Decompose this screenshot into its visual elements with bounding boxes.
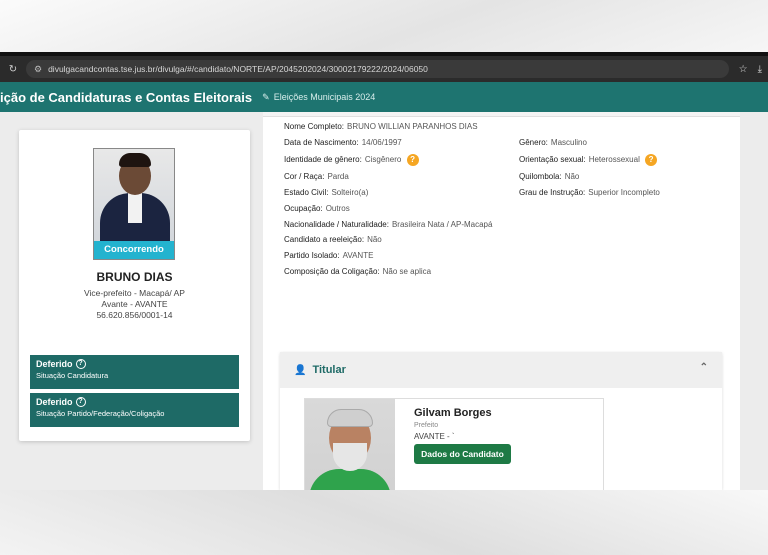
titular-body — [309, 469, 391, 490]
titular-title: Titular — [312, 364, 346, 376]
status-ribbon: Concorrendo — [94, 241, 174, 259]
help-icon[interactable]: ? — [645, 154, 658, 166]
dados-candidato-button[interactable]: Dados do Candidato — [414, 444, 511, 464]
field-genero: Gênero: Masculino — [519, 138, 587, 147]
titular-name: Gilvam Borges — [414, 407, 492, 419]
photo-background-top — [0, 0, 768, 52]
titular-beard — [333, 443, 367, 471]
browser-address-bar: ↻ ⚙ divulgacandcontas.tse.jus.br/divulga… — [0, 56, 768, 82]
status-candidatura: Deferido ? Situação Candidatura — [30, 355, 239, 389]
titular-party: AVANTE - ` — [414, 432, 455, 441]
field-ocupacao: Ocupação: Outros — [284, 204, 350, 213]
candidate-card: Concorrendo BRUNO DIAS Vice-prefeito - M… — [19, 130, 250, 441]
reload-icon[interactable]: ↻ — [6, 64, 20, 75]
election-tag[interactable]: ✎ Eleições Municipais 2024 — [262, 92, 375, 103]
candidate-info: Vice-prefeito - Macapá/ AP Avante - AVAN… — [19, 288, 250, 321]
titular-photo — [305, 399, 395, 490]
field-quilombola: Quilombola: Não — [519, 172, 580, 181]
field-cor: Cor / Raça: Parda — [284, 172, 349, 181]
help-icon[interactable]: ? — [406, 154, 419, 166]
site-settings-icon[interactable]: ⚙ — [34, 64, 42, 75]
photo-background-bottom — [0, 490, 768, 555]
monitor-screen: ↻ ⚙ divulgacandcontas.tse.jus.br/divulga… — [0, 52, 768, 490]
candidate-shirt — [128, 193, 142, 223]
candidate-position: Vice-prefeito - Macapá/ AP — [84, 288, 185, 298]
titular-hair — [327, 409, 373, 427]
page-right-gutter — [740, 112, 768, 490]
star-icon[interactable]: ☆ — [739, 64, 748, 75]
candidate-cnpj: 56.620.856/0001-14 — [96, 310, 173, 320]
election-label: Eleições Municipais 2024 — [273, 92, 376, 102]
candidate-name: BRUNO DIAS — [96, 270, 173, 284]
titular-card: 👤 Titular ⌃ Gilvam Borges Prefeito AVANT… — [280, 352, 722, 490]
download-icon[interactable]: ⤓ — [758, 64, 762, 75]
field-estado-civil: Estado Civil: Solteiro(a) — [284, 188, 369, 197]
top-strip — [263, 112, 740, 117]
field-coligacao: Composição da Coligação: Não se aplica — [284, 267, 432, 276]
field-orientacao: Orientação sexual: Heterossexual ? — [519, 154, 658, 166]
edit-icon: ✎ — [262, 91, 270, 102]
candidate-photo: Concorrendo — [93, 148, 175, 260]
status-subtitle: Situação Partido/Federação/Coligação — [36, 409, 165, 418]
candidate-party: Avante - AVANTE — [101, 299, 168, 309]
status-title: Deferido — [36, 397, 73, 407]
url-text: divulgacandcontas.tse.jus.br/divulga/#/c… — [48, 64, 428, 74]
titular-candidate-card: Gilvam Borges Prefeito AVANTE - ` Dados … — [304, 398, 604, 490]
app-header: ição de Candidaturas e Contas Eleitorais… — [0, 82, 768, 112]
status-subtitle: Situação Candidatura — [36, 371, 109, 380]
person-icon: 👤 — [294, 364, 307, 376]
titular-header[interactable]: 👤 Titular ⌃ — [280, 352, 722, 388]
field-partido: Partido Isolado: AVANTE — [284, 251, 374, 260]
status-partido: Deferido ? Situação Partido/Federação/Co… — [30, 393, 239, 427]
titular-role: Prefeito — [414, 422, 439, 429]
field-nacionalidade: Nacionalidade / Naturalidade: Brasileira … — [284, 220, 493, 229]
field-identidade: Identidade de gênero: Cisgênero ? — [284, 154, 419, 166]
status-title: Deferido — [36, 359, 73, 369]
help-icon[interactable]: ? — [75, 359, 86, 369]
help-icon[interactable]: ? — [75, 397, 86, 407]
field-nascimento: Data de Nascimento: 14/06/1997 — [284, 138, 402, 147]
field-reeleicao: Candidato a reeleição: Não — [284, 235, 382, 244]
app-title: ição de Candidaturas e Contas Eleitorais — [0, 89, 253, 105]
page-content: Concorrendo BRUNO DIAS Vice-prefeito - M… — [0, 112, 768, 490]
field-instrucao: Grau de Instrução: Superior Incompleto — [519, 188, 660, 197]
chevron-up-icon[interactable]: ⌃ — [700, 362, 708, 373]
candidate-hair — [119, 153, 151, 167]
url-field[interactable]: ⚙ divulgacandcontas.tse.jus.br/divulga/#… — [26, 60, 729, 78]
field-nome-completo: Nome Completo: BRUNO WILLIAN PARANHOS DIA… — [284, 122, 478, 131]
